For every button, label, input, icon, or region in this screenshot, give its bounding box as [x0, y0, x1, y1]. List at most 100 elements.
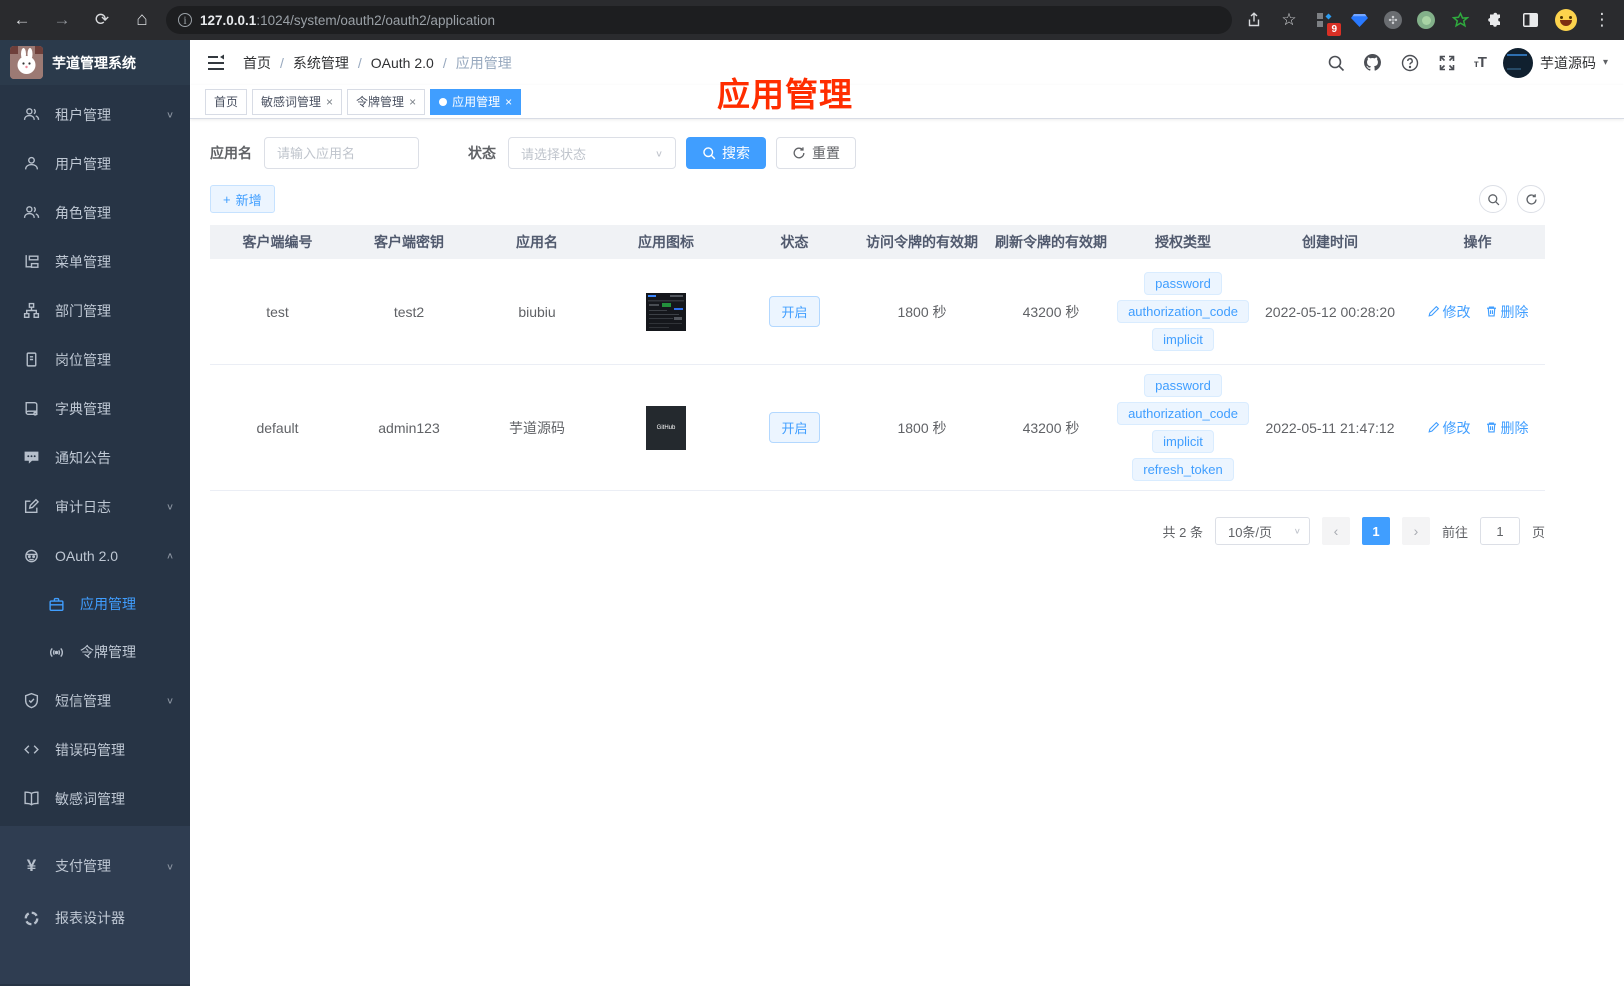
gem-extension-icon[interactable]	[1349, 10, 1369, 30]
chevron-down-icon: ∨	[165, 502, 174, 512]
app-logo-rabbit-image	[10, 46, 43, 79]
sidebar-item-tenant[interactable]: 租户管理 ∨	[0, 90, 190, 139]
close-icon[interactable]: ×	[505, 95, 512, 109]
briefcase-icon	[48, 596, 65, 613]
refresh-table-button[interactable]	[1517, 185, 1545, 213]
active-dot-icon	[439, 97, 448, 106]
delete-button[interactable]: 删除	[1485, 418, 1529, 438]
site-info-icon[interactable]: i	[178, 13, 192, 27]
search-button[interactable]: 搜索	[686, 137, 766, 169]
prev-page-button[interactable]: ‹	[1321, 517, 1350, 545]
address-bar[interactable]: i 127.0.0.1:1024/system/oauth2/oauth2/ap…	[166, 6, 1232, 34]
help-icon[interactable]	[1400, 53, 1420, 73]
green-star-extension-icon[interactable]	[1450, 10, 1470, 30]
cell-access-token-validity: 1800 秒	[897, 303, 947, 320]
sidebar-item-oauth2-application[interactable]: 应用管理	[0, 580, 190, 628]
reset-button[interactable]: 重置	[776, 137, 856, 169]
goto-page-input[interactable]	[1479, 517, 1520, 545]
breadcrumb-oauth[interactable]: OAuth 2.0	[371, 55, 434, 71]
browser-toolbar: ← → ⟳ ⌂ i 127.0.0.1:1024/system/oauth2/o…	[0, 0, 1624, 40]
github-icon[interactable]	[1363, 53, 1383, 73]
edit-button[interactable]: 修改	[1427, 302, 1471, 322]
user-menu[interactable]: 芋道源码 ▾	[1502, 47, 1608, 78]
sidebar-item-role[interactable]: 角色管理	[0, 188, 190, 237]
oauth-robot-icon	[23, 547, 40, 564]
chevron-down-icon: ∨	[165, 110, 174, 120]
caret-down-icon: ▾	[1602, 57, 1608, 68]
sidebar-item-error-code[interactable]: 错误码管理	[0, 725, 190, 774]
sidebar-item-dept[interactable]: 部门管理	[0, 286, 190, 335]
yen-icon: ¥	[26, 856, 37, 875]
sidebar-item-sms[interactable]: 短信管理 ∨	[0, 676, 190, 725]
status-select[interactable]: 请选择状态 ∨	[508, 137, 676, 169]
trash-icon	[1486, 422, 1496, 433]
browser-forward-icon[interactable]: →	[52, 10, 72, 30]
sidebar-item-post[interactable]: 岗位管理	[0, 335, 190, 384]
sidebar-item-report-designer[interactable]: 报表设计器	[0, 892, 190, 944]
extension-grid-icon[interactable]: 9	[1314, 10, 1341, 36]
filter-form: 应用名 状态 请选择状态 ∨ 搜索 重置	[210, 137, 1604, 169]
app-logo-row[interactable]: 芋道管理系统	[0, 40, 190, 85]
puzzle-extensions-icon[interactable]	[1485, 10, 1505, 30]
breadcrumb-system[interactable]: 系统管理	[293, 53, 349, 73]
sidebar-item-oauth2[interactable]: OAuth 2.0 ∧	[0, 531, 190, 580]
browser-back-icon[interactable]: ←	[12, 10, 32, 30]
delete-button[interactable]: 删除	[1485, 302, 1529, 322]
cell-app-icon: GitHub	[601, 405, 731, 450]
fullscreen-icon[interactable]	[1437, 53, 1457, 73]
cell-refresh-token-validity: 43200 秒	[1022, 303, 1080, 320]
tab-token-manage[interactable]: 令牌管理 ×	[347, 88, 426, 115]
sidebar-item-menu[interactable]: 菜单管理	[0, 237, 190, 286]
sidebar-item-label: 岗位管理	[55, 351, 111, 368]
grant-type-tag: implicit	[1152, 328, 1214, 351]
share-icon[interactable]	[1244, 10, 1264, 30]
sidebar-item-payment[interactable]: ¥ 支付管理 ∨	[0, 840, 190, 892]
bookmark-star-icon[interactable]: ☆	[1279, 10, 1299, 30]
close-icon[interactable]: ×	[326, 95, 333, 109]
side-panel-icon[interactable]	[1520, 10, 1540, 30]
tab-sensitive-word[interactable]: 敏感词管理 ×	[252, 88, 343, 115]
sidebar-item-user[interactable]: 用户管理	[0, 139, 190, 188]
font-size-icon[interactable]: тT	[1474, 54, 1487, 71]
show-search-toggle-button[interactable]	[1479, 185, 1507, 213]
next-page-button[interactable]: ›	[1401, 517, 1430, 545]
search-button-label: 搜索	[722, 145, 750, 161]
search-icon[interactable]	[1326, 53, 1346, 73]
cell-app-icon	[601, 292, 731, 331]
col-client-id: 客户端编号	[242, 234, 313, 250]
profile-avatar-icon[interactable]	[1555, 9, 1577, 31]
sidebar-item-label: 错误码管理	[55, 741, 125, 758]
badge-icon	[23, 351, 40, 368]
search-icon	[1487, 193, 1499, 205]
green-circle-extension-icon[interactable]	[1417, 11, 1435, 29]
gray-circle-extension-icon[interactable]: ✣	[1384, 11, 1402, 29]
breadcrumb-home[interactable]: 首页	[243, 53, 271, 73]
add-button-label: 新增	[235, 192, 262, 208]
edit-button[interactable]: 修改	[1427, 418, 1471, 438]
cell-created-at: 2022-05-12 00:28:20	[1265, 303, 1395, 320]
tab-home[interactable]: 首页	[205, 88, 248, 115]
sidebar-lower-section: ¥ 支付管理 ∨ 报表设计器	[0, 826, 190, 984]
cell-grant-types: password authorization_code implicit	[1116, 272, 1250, 351]
app-name-input[interactable]	[264, 137, 419, 169]
token-broadcast-icon	[48, 644, 65, 661]
breadcrumb-current: 应用管理	[455, 54, 512, 71]
tab-application-manage[interactable]: 应用管理 ×	[430, 88, 522, 115]
sidebar-item-sensitive-word[interactable]: 敏感词管理	[0, 774, 190, 823]
sidebar-item-label: 字典管理	[55, 400, 111, 417]
col-actions: 操作	[1463, 234, 1492, 250]
browser-menu-icon[interactable]: ⋮	[1592, 10, 1612, 30]
sidebar-collapse-icon[interactable]	[206, 53, 226, 73]
add-button[interactable]: + 新增	[210, 185, 275, 213]
page-size-select[interactable]: 10条/页 ∨	[1214, 517, 1310, 545]
browser-home-icon[interactable]: ⌂	[132, 9, 152, 30]
current-page-button[interactable]: 1	[1361, 517, 1390, 545]
sidebar-item-oauth2-token[interactable]: 令牌管理	[0, 628, 190, 676]
app-screenshot-thumbnail	[646, 292, 686, 331]
sidebar-item-notice[interactable]: 通知公告	[0, 433, 190, 482]
col-access-token-validity: 访问令牌的有效期	[866, 234, 978, 250]
sidebar-item-dict[interactable]: 字典管理	[0, 384, 190, 433]
sidebar-item-audit-log[interactable]: 审计日志 ∨	[0, 482, 190, 531]
close-icon[interactable]: ×	[409, 95, 416, 109]
browser-reload-icon[interactable]: ⟳	[92, 10, 112, 30]
